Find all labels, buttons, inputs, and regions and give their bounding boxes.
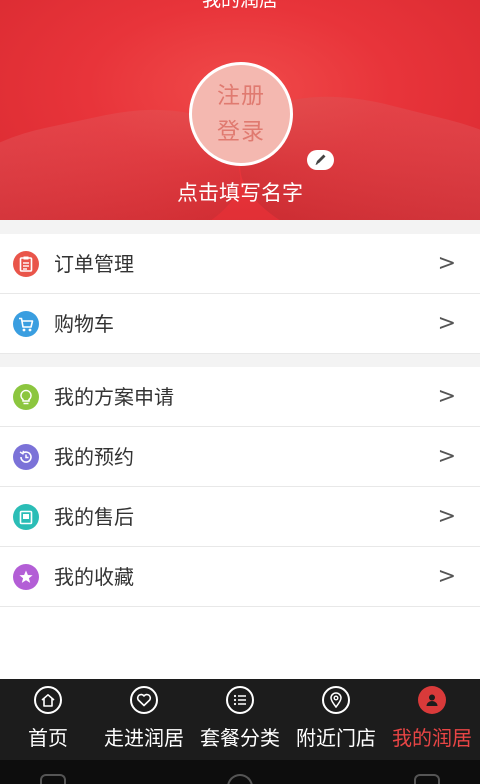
menu-item-plan-application[interactable]: 我的方案申请 > <box>0 367 480 427</box>
chevron-right-icon: > <box>437 384 456 409</box>
menu-item-favorites[interactable]: 我的收藏 > <box>0 547 480 607</box>
edit-name-button[interactable] <box>307 150 334 170</box>
menu-item-label: 我的预约 <box>54 445 134 469</box>
list-icon <box>226 686 254 714</box>
login-avatar[interactable]: 注册 登录 <box>189 62 293 166</box>
tab-label: 套餐分类 <box>200 726 280 750</box>
recent-apps-icon[interactable] <box>40 774 66 784</box>
tab-packages[interactable]: 套餐分类 <box>192 679 288 760</box>
heart-icon <box>130 686 158 714</box>
menu-group-orders: 订单管理 > 购物车 > <box>0 234 480 354</box>
section-divider <box>0 354 480 367</box>
lightbulb-icon <box>13 384 39 410</box>
home-system-icon[interactable] <box>227 774 253 784</box>
tab-label: 附近门店 <box>296 726 376 750</box>
menu-item-orders[interactable]: 订单管理 > <box>0 234 480 294</box>
back-system-icon[interactable] <box>414 774 440 784</box>
tab-nearby-stores[interactable]: 附近门店 <box>288 679 384 760</box>
tab-my-account[interactable]: 我的润居 <box>384 679 480 760</box>
tab-label: 首页 <box>28 726 68 750</box>
menu-item-label: 购物车 <box>54 312 114 336</box>
menu-item-appointments[interactable]: 我的预约 > <box>0 427 480 487</box>
location-pin-icon <box>322 686 350 714</box>
menu-item-cart[interactable]: 购物车 > <box>0 294 480 354</box>
tab-about[interactable]: 走进润居 <box>96 679 192 760</box>
monitor-icon <box>13 504 39 530</box>
menu-item-label: 我的方案申请 <box>54 385 174 409</box>
chevron-right-icon: > <box>437 311 456 336</box>
home-icon <box>34 686 62 714</box>
menu-item-label: 我的售后 <box>54 505 134 529</box>
menu-group-services: 我的方案申请 > 我的预约 > 我的售后 > 我的收藏 > <box>0 367 480 607</box>
login-label: 登录 <box>217 119 265 145</box>
cart-icon <box>13 311 39 337</box>
user-name[interactable]: 点击填写名字 <box>0 178 480 208</box>
bottom-nav: 首页 走进润居 套餐分类 附近门店 我的润居 <box>0 679 480 760</box>
section-divider <box>0 220 480 234</box>
menu-item-label: 我的收藏 <box>54 565 134 589</box>
system-nav-bar <box>0 760 480 784</box>
tab-label: 走进润居 <box>104 726 184 750</box>
pencil-icon <box>315 154 325 165</box>
tab-label: 我的润居 <box>392 726 472 750</box>
register-label: 注册 <box>217 83 265 109</box>
star-icon <box>13 564 39 590</box>
clock-history-icon <box>13 444 39 470</box>
chevron-right-icon: > <box>437 504 456 529</box>
chevron-right-icon: > <box>437 444 456 469</box>
menu-item-label: 订单管理 <box>54 252 134 276</box>
clipboard-icon <box>13 251 39 277</box>
chevron-right-icon: > <box>437 251 456 276</box>
tab-home[interactable]: 首页 <box>0 679 96 760</box>
page-title: 我的润居 <box>201 0 278 11</box>
menu-item-after-sales[interactable]: 我的售后 > <box>0 487 480 547</box>
user-icon <box>418 686 446 714</box>
chevron-right-icon: > <box>437 564 456 589</box>
